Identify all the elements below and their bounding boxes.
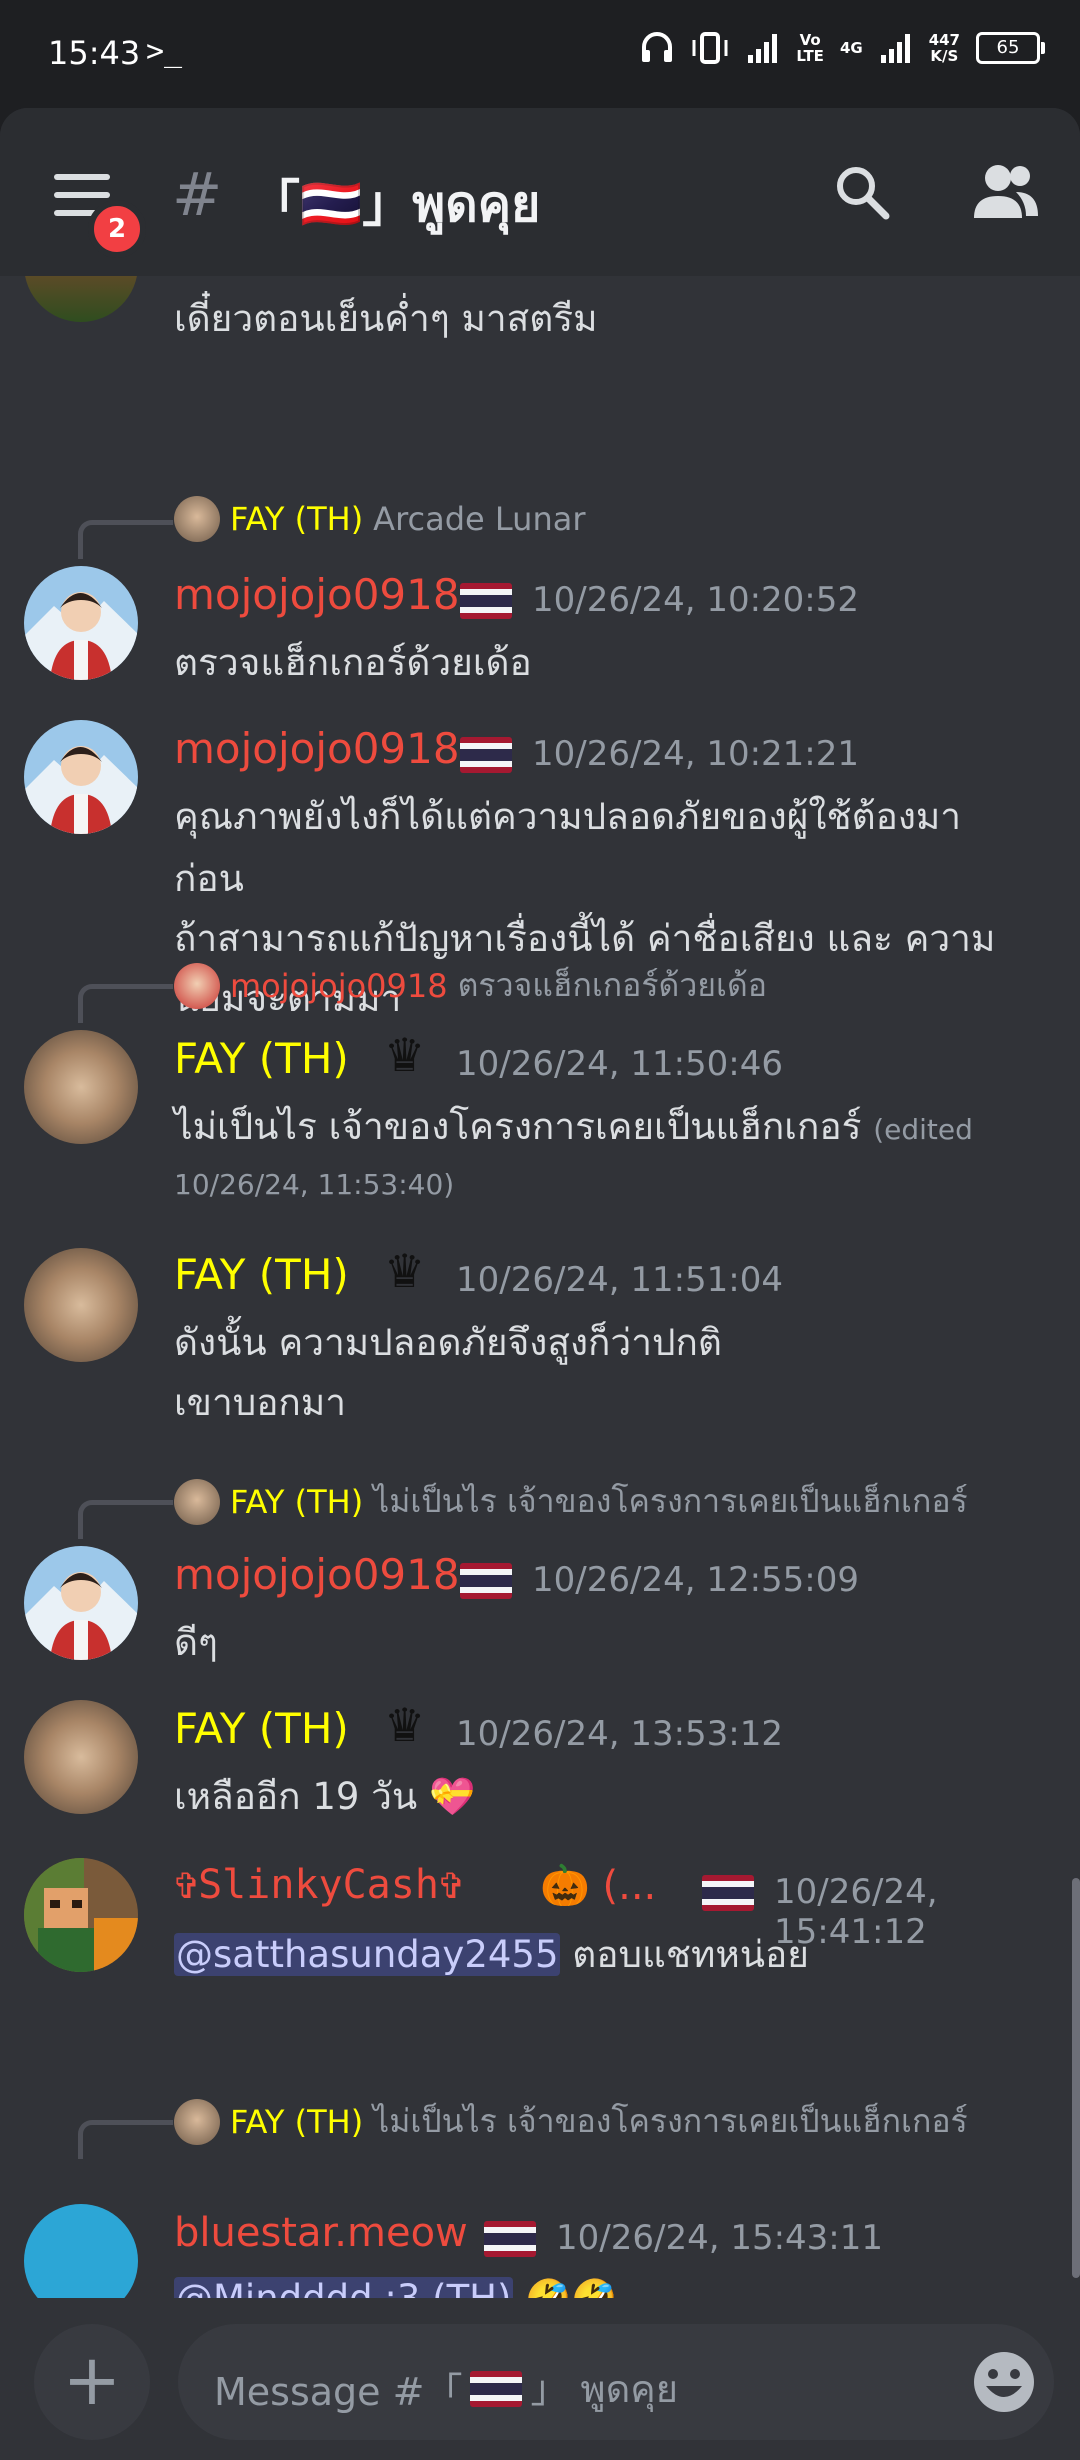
message-text: ดังนั้น ความปลอดภัยจึงสูงก็ว่าปกติ [174, 1321, 722, 1364]
reply-avatar [174, 1478, 220, 1525]
avatar[interactable] [24, 1248, 138, 1362]
timestamp: 10/26/24, 15:43:11 [556, 2218, 884, 2258]
status-icons: Vo LTE 4G 447 K/S 65 [640, 30, 1045, 66]
timestamp: 10/26/24, 10:21:21 [532, 734, 860, 774]
message-text: เขาบอกมา [174, 1381, 346, 1424]
username[interactable]: mojojojo0918 [174, 570, 460, 619]
thai-flag-icon [460, 737, 512, 773]
thai-flag-icon [470, 2370, 523, 2407]
crown-icon: ♛ [384, 1698, 426, 1752]
notification-badge: 2 [88, 200, 146, 258]
username[interactable]: FAY (TH) [174, 1704, 349, 1753]
username[interactable]: bluestar.meow [174, 2210, 468, 2256]
timestamp: 10/26/24, 11:50:46 [456, 1044, 784, 1084]
message-text: ดีๆ [174, 1621, 218, 1664]
reply-preview[interactable]: FAY (TH) Arcade Lunar [174, 496, 585, 542]
thai-flag-icon [460, 583, 512, 619]
message-text: คุณภาพยังไงก็ได้แต่ความปลอดภัยของผู้ใช้ต… [174, 795, 962, 838]
reply-avatar [174, 2098, 220, 2145]
message-text: เหลืออีก 19 วัน 💝 [174, 1775, 476, 1818]
timestamp: 10/26/24, 13:53:12 [456, 1714, 784, 1754]
message-text: ก่อน [174, 857, 244, 900]
username[interactable]: FAY (TH) [174, 1034, 349, 1083]
add-attachment-button[interactable]: + [34, 2324, 150, 2440]
avatar[interactable] [24, 1700, 138, 1814]
search-icon[interactable] [834, 164, 890, 220]
reply-preview[interactable]: mojojojo0918 ตรวจแฮ็กเกอร์ด้วยเด้อ [174, 960, 767, 1011]
username[interactable]: mojojojo0918 [174, 1550, 460, 1599]
reply-connector [78, 984, 173, 1023]
username[interactable]: FAY (TH) [174, 1250, 349, 1299]
status-bar: 15:43 >_ Vo LTE 4G 447 K/S 65 [0, 0, 1080, 108]
user-mention[interactable]: @satthasunday2455 [174, 1933, 561, 1976]
reply-connector [78, 1500, 173, 1539]
signal-icon-2 [880, 34, 910, 63]
message-text: ตรวจแฮ็กเกอร์ด้วยเด้อ [174, 641, 532, 684]
timestamp: 10/26/24, 10:20:52 [532, 580, 860, 620]
volte-indicator: Vo LTE [796, 31, 824, 65]
headphones-icon [642, 32, 673, 62]
message-list: เดี๋ยวตอนเย็นค่ำๆ มาสตรีม FAY (TH) Arcad… [0, 108, 1080, 2460]
signal-icon [748, 34, 778, 63]
thai-flag-icon [702, 1875, 754, 1911]
reply-connector [78, 520, 173, 559]
channel-header: 2 # 「🇹🇭」พูดคุย [0, 108, 1080, 276]
username[interactable]: mojojojo0918 [174, 724, 460, 773]
avatar[interactable] [24, 566, 138, 680]
message-input[interactable]: Message #「 」 พูดคุย [178, 2324, 1054, 2440]
reply-connector [78, 2120, 173, 2159]
avatar[interactable] [24, 720, 138, 834]
composer: + Message #「 」 พูดคุย [0, 2298, 1080, 2460]
hash-icon: # [172, 160, 223, 230]
thai-flag-icon [484, 2221, 536, 2257]
avatar[interactable] [24, 1546, 138, 1660]
network-speed: 447 K/S [928, 31, 960, 65]
reply-avatar [174, 962, 220, 1009]
avatar[interactable] [24, 1858, 138, 1972]
username[interactable]: ✞SlinkyCash✞ [174, 1862, 463, 1908]
timestamp: 10/26/24, 12:55:09 [532, 1560, 860, 1600]
reply-preview[interactable]: FAY (TH) ไม่เป็นไร เจ้าของโครงการเคยเป็น… [174, 2096, 968, 2147]
vibrate-icon [692, 32, 728, 64]
edited-tag: 10/26/24, 11:53:40) [174, 1168, 455, 1201]
reply-preview[interactable]: FAY (TH) ไม่เป็นไร เจ้าของโครงการเคยเป็น… [174, 1476, 968, 1527]
members-icon[interactable] [972, 162, 1040, 220]
emoji-icon[interactable] [970, 2348, 1038, 2416]
terminal-icon: >_ [146, 34, 183, 69]
channel-title[interactable]: 「🇹🇭」พูดคุย [250, 164, 540, 244]
message-text: ไม่เป็นไร เจ้าของโครงการเคยเป็นแฮ็กเกอร์… [174, 1105, 973, 1148]
scrollbar[interactable] [1072, 1878, 1080, 2278]
chat-panel: 2 # 「🇹🇭」พูดคุย เดี๋ยวตอนเย็นค่ำๆ มาสตรีม… [0, 108, 1080, 2460]
thai-flag-icon [460, 1563, 512, 1599]
reply-avatar [174, 496, 220, 542]
message-text: เดี๋ยวตอนเย็นค่ำๆ มาสตรีม [174, 297, 598, 340]
message-placeholder: Message #「 」 พูดคุย [214, 2367, 678, 2414]
message-text: @satthasunday2455 ตอบแชทหน่อย [174, 1933, 809, 1976]
timestamp: 10/26/24, 15:41:12 [774, 1872, 938, 1952]
battery-icon: 65 [976, 32, 1045, 64]
username-extra: 🎃 (... [540, 1863, 657, 1909]
status-time: 15:43 [48, 34, 141, 72]
crown-icon: ♛ [384, 1028, 426, 1082]
network-type: 4G [839, 39, 863, 57]
avatar[interactable] [24, 1030, 138, 1144]
gift-heart-emoji: 💝 [429, 1775, 476, 1818]
crown-icon: ♛ [384, 1244, 426, 1298]
timestamp: 10/26/24, 11:51:04 [456, 1260, 784, 1300]
